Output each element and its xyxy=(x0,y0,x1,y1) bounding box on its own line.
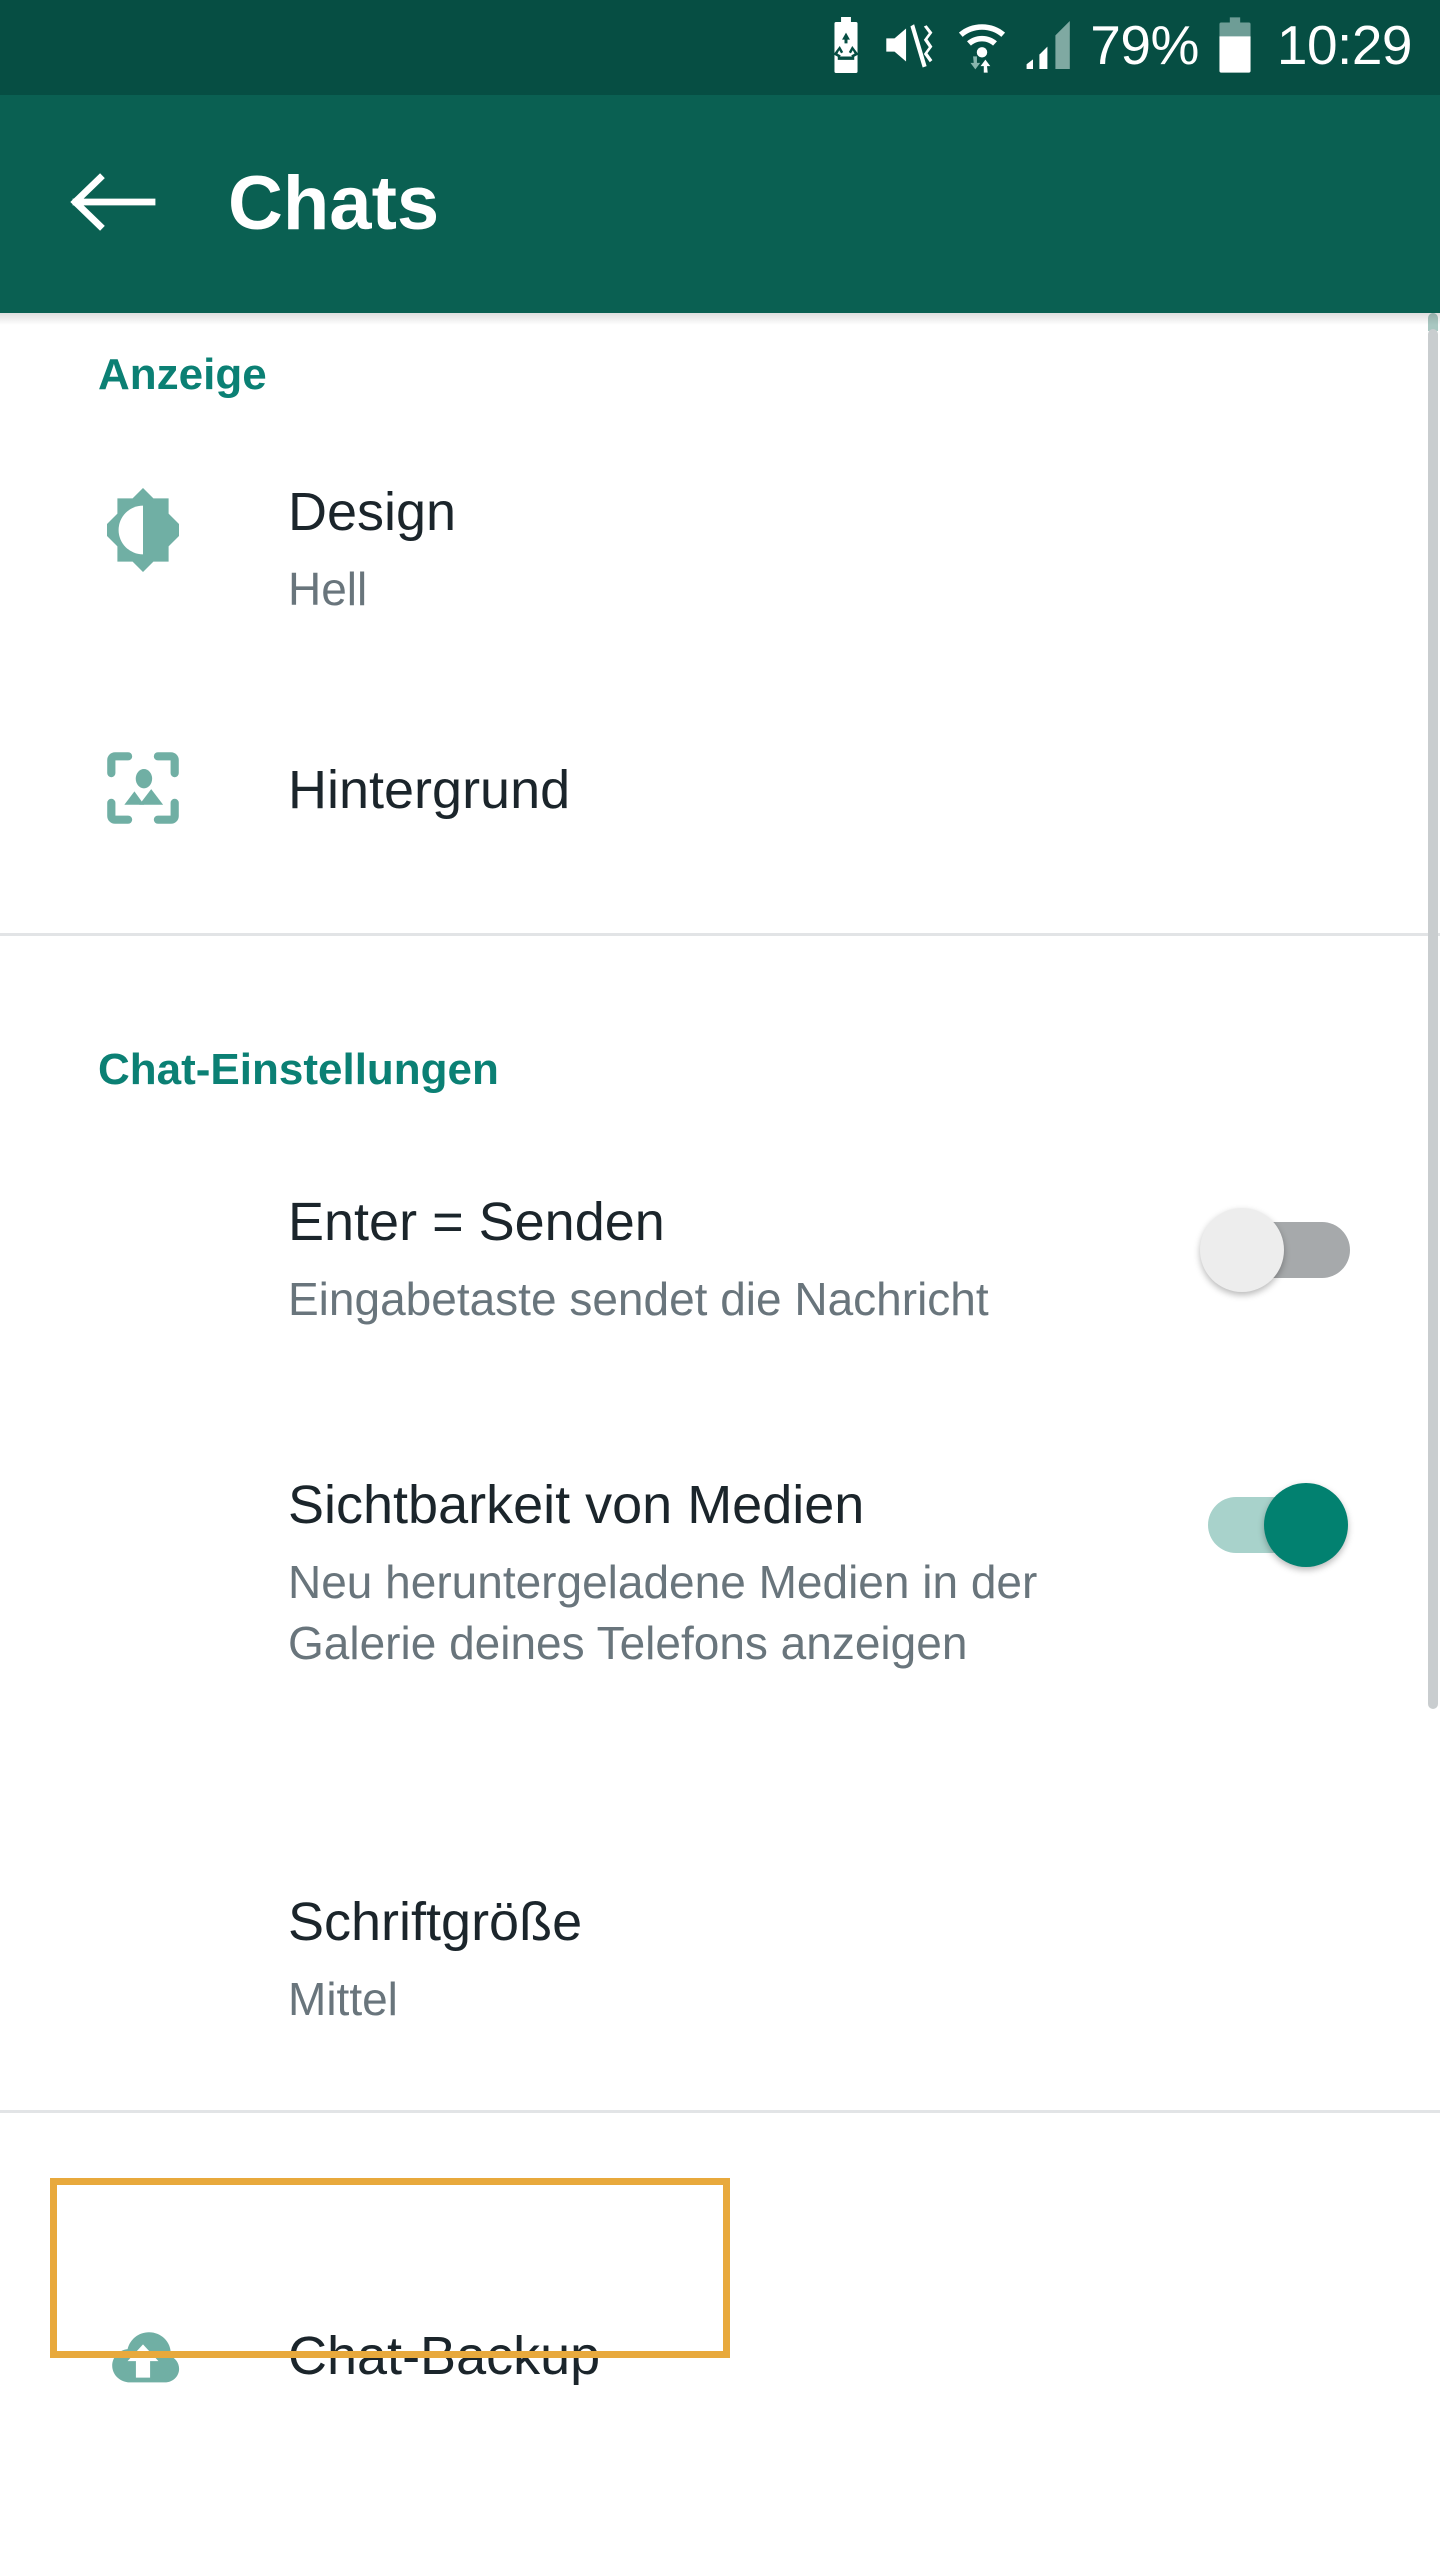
settings-row-sichtbarkeit-medien[interactable]: Sichtbarkeit von Medien Neu heruntergela… xyxy=(288,1478,1078,1673)
section-header-chat-einstellungen: Chat-Einstellungen xyxy=(98,1045,499,1094)
row-subtitle-sichtbarkeit-medien: Neu heruntergeladene Medien in der Galer… xyxy=(288,1556,1038,1669)
scrollbar[interactable] xyxy=(1428,313,1440,2560)
settings-row-enter-senden[interactable]: Enter = Senden Eingabetaste sendet die N… xyxy=(288,1195,989,1330)
settings-row-hintergrund[interactable]: Hintergrund xyxy=(288,763,570,817)
wifi-icon xyxy=(956,17,1008,78)
settings-row-design[interactable]: Design Hell xyxy=(288,485,456,620)
phone-screen: 79% 10:29 Chats Anzeige Design Hell Hint… xyxy=(0,0,1440,2560)
section-header-anzeige: Anzeige xyxy=(98,350,267,399)
toggle-sichtbarkeit-medien[interactable] xyxy=(1208,1483,1348,1567)
row-title-sichtbarkeit-medien: Sichtbarkeit von Medien xyxy=(288,1475,865,1535)
battery-percent-label: 79% xyxy=(1090,14,1199,76)
row-title-schriftgroesse: Schriftgröße xyxy=(288,1892,583,1952)
back-arrow-icon xyxy=(68,166,156,243)
brightness-icon xyxy=(98,485,188,575)
toggle-thumb xyxy=(1200,1208,1284,1292)
section-divider xyxy=(0,2110,1440,2113)
app-bar: Chats xyxy=(0,95,1440,313)
toggle-enter-senden[interactable] xyxy=(1200,1208,1350,1292)
row-title-enter-senden: Enter = Senden xyxy=(288,1192,665,1252)
scrollbar-thumb[interactable] xyxy=(1428,329,1438,1709)
status-bar-icons: 79% 10:29 xyxy=(826,0,1413,95)
cellular-signal-icon xyxy=(1025,19,1073,76)
status-bar-clock: 10:29 xyxy=(1276,14,1413,76)
row-title-design: Design xyxy=(288,482,457,542)
settings-row-chat-backup[interactable]: Chat-Backup xyxy=(288,2329,600,2383)
page-title: Chats xyxy=(228,161,440,246)
back-button[interactable] xyxy=(62,154,162,254)
mute-vibrate-icon xyxy=(883,20,939,75)
settings-scroll-area[interactable]: Anzeige Design Hell Hintergrund Chat-Ein… xyxy=(0,313,1440,2560)
row-title-hintergrund: Hintergrund xyxy=(288,760,571,820)
wallpaper-image-icon xyxy=(98,743,188,833)
history-clock-icon xyxy=(98,2553,188,2560)
row-title-chat-backup: Chat-Backup xyxy=(288,2326,601,2386)
section-divider xyxy=(0,933,1440,936)
battery-saver-icon xyxy=(826,17,866,78)
settings-row-schriftgroesse[interactable]: Schriftgröße Mittel xyxy=(288,1895,582,2030)
row-subtitle-schriftgroesse: Mittel xyxy=(288,1973,398,2025)
cloud-upload-icon xyxy=(98,2313,188,2403)
toggle-thumb xyxy=(1264,1483,1348,1567)
row-subtitle-design: Hell xyxy=(288,563,368,615)
content-top-shadow xyxy=(0,313,1440,325)
row-subtitle-enter-senden: Eingabetaste sendet die Nachricht xyxy=(288,1273,989,1325)
battery-icon xyxy=(1216,17,1254,78)
status-bar: 79% 10:29 xyxy=(0,0,1440,95)
